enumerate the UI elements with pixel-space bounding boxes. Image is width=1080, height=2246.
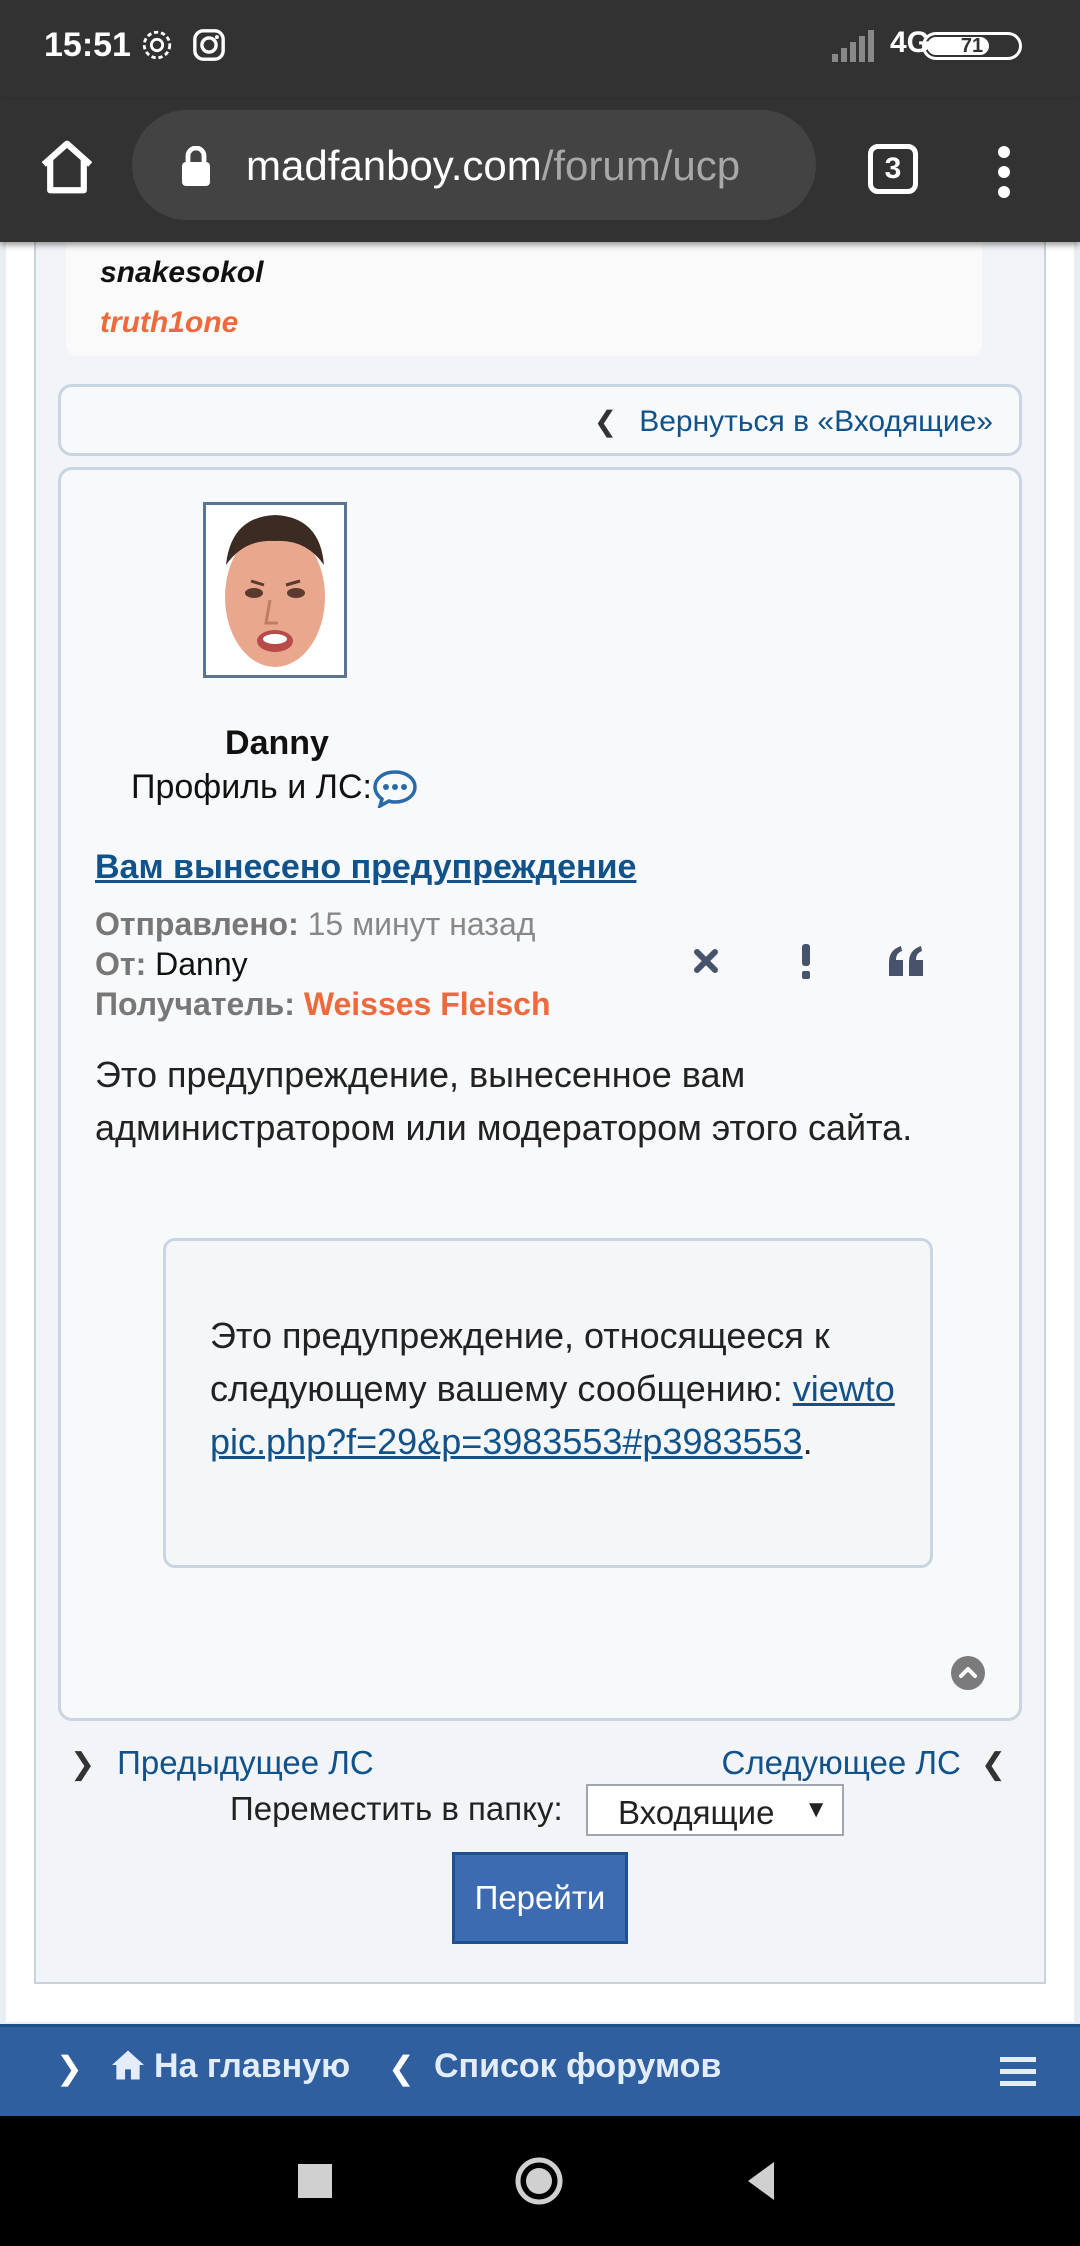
quote-icon[interactable] (883, 938, 929, 984)
sender: От: Danny (95, 946, 248, 982)
status-bar: 15:51 4G 71 (0, 0, 1080, 100)
home-nav-icon[interactable] (514, 2156, 564, 2206)
chevron-right-icon: ❯ (70, 1748, 96, 1781)
instagram-icon (193, 29, 225, 61)
recipient-name[interactable]: Weisses Fleisch (295, 986, 551, 1022)
message-title[interactable]: Вам вынесено предупреждение (95, 848, 636, 887)
chevron-left-icon: ❮ (593, 406, 618, 437)
chevron-right-icon: ❯ (56, 2050, 83, 2086)
forum-list-link[interactable]: Список форумов (434, 2047, 721, 2086)
profile-pm-line: Профиль и ЛС: (131, 768, 418, 808)
author-name[interactable]: Danny (179, 724, 375, 763)
forum-bottom-nav: ❯ На главную ❮ Список форумов (0, 2024, 1080, 2116)
recent-apps-icon[interactable] (290, 2156, 340, 2206)
chevron-left-icon: ❮ (980, 1748, 1006, 1781)
signal-icon (832, 30, 874, 62)
home-link[interactable]: На главную (110, 2047, 350, 2086)
user-name[interactable]: snakesokol (100, 256, 263, 290)
warning-notice: Это предупреждение, относящееся к следую… (163, 1238, 933, 1568)
back-bar: ❮ Вернуться в «Входящие» (58, 384, 1022, 456)
chevron-left-icon: ❮ (388, 2050, 415, 2086)
message-body: Это предупреждение, вынесенное вам админ… (95, 1054, 913, 1148)
users-card: snakesokol truth1one (66, 242, 982, 356)
battery-indicator: 71 (922, 32, 1022, 60)
user-name[interactable]: truth1one (100, 306, 238, 340)
url-text: madfanboy.com/forum/ucp (246, 142, 741, 189)
report-icon[interactable] (783, 938, 829, 984)
sender-name[interactable]: Danny (146, 946, 248, 982)
profile-label: Профиль и ЛС: (131, 768, 372, 806)
go-button[interactable]: Перейти (452, 1852, 628, 1944)
lock-icon (182, 146, 210, 186)
recipient: Получатель: Weisses Fleisch (95, 986, 551, 1022)
move-to-folder-label: Переместить в папку: (230, 1790, 563, 1827)
browser-menu-icon[interactable] (984, 140, 1024, 202)
avatar-image (206, 505, 344, 675)
folder-select[interactable]: Входящие ▼ (586, 1784, 844, 1836)
battery-level: 71 (960, 35, 984, 57)
back-to-top-icon[interactable] (951, 1656, 985, 1690)
sent-time: Отправлено: 15 минут назад (95, 906, 536, 942)
dropdown-arrow-icon: ▼ (804, 1796, 828, 1823)
notice-text: Это предупреждение, относящееся к следую… (210, 1315, 895, 1462)
status-time: 15:51 (44, 26, 131, 64)
message-card: Danny Профиль и ЛС: Вам вынесено предупр… (58, 467, 1022, 1721)
browser-toolbar: madfanboy.com/forum/ucp 3 (0, 100, 1080, 242)
android-nav-bar (0, 2116, 1080, 2246)
address-bar[interactable]: madfanboy.com/forum/ucp (132, 110, 816, 220)
home-icon[interactable] (36, 136, 98, 198)
next-pm-link[interactable]: Следующее ЛС ❮ (721, 1744, 1006, 1782)
folder-select-value: Входящие (618, 1794, 775, 1831)
pm-icon[interactable] (372, 768, 418, 808)
avatar[interactable] (203, 502, 347, 678)
back-to-inbox-link[interactable]: ❮ Вернуться в «Входящие» (594, 405, 993, 439)
settings-icon (142, 30, 172, 60)
delete-icon[interactable] (683, 938, 729, 984)
tab-switcher-button[interactable]: 3 (868, 144, 918, 194)
previous-pm-link[interactable]: ❯ Предыдущее ЛС (70, 1744, 374, 1782)
menu-icon[interactable] (1000, 2057, 1036, 2087)
home-icon (112, 2050, 144, 2080)
back-nav-icon[interactable] (738, 2156, 788, 2206)
